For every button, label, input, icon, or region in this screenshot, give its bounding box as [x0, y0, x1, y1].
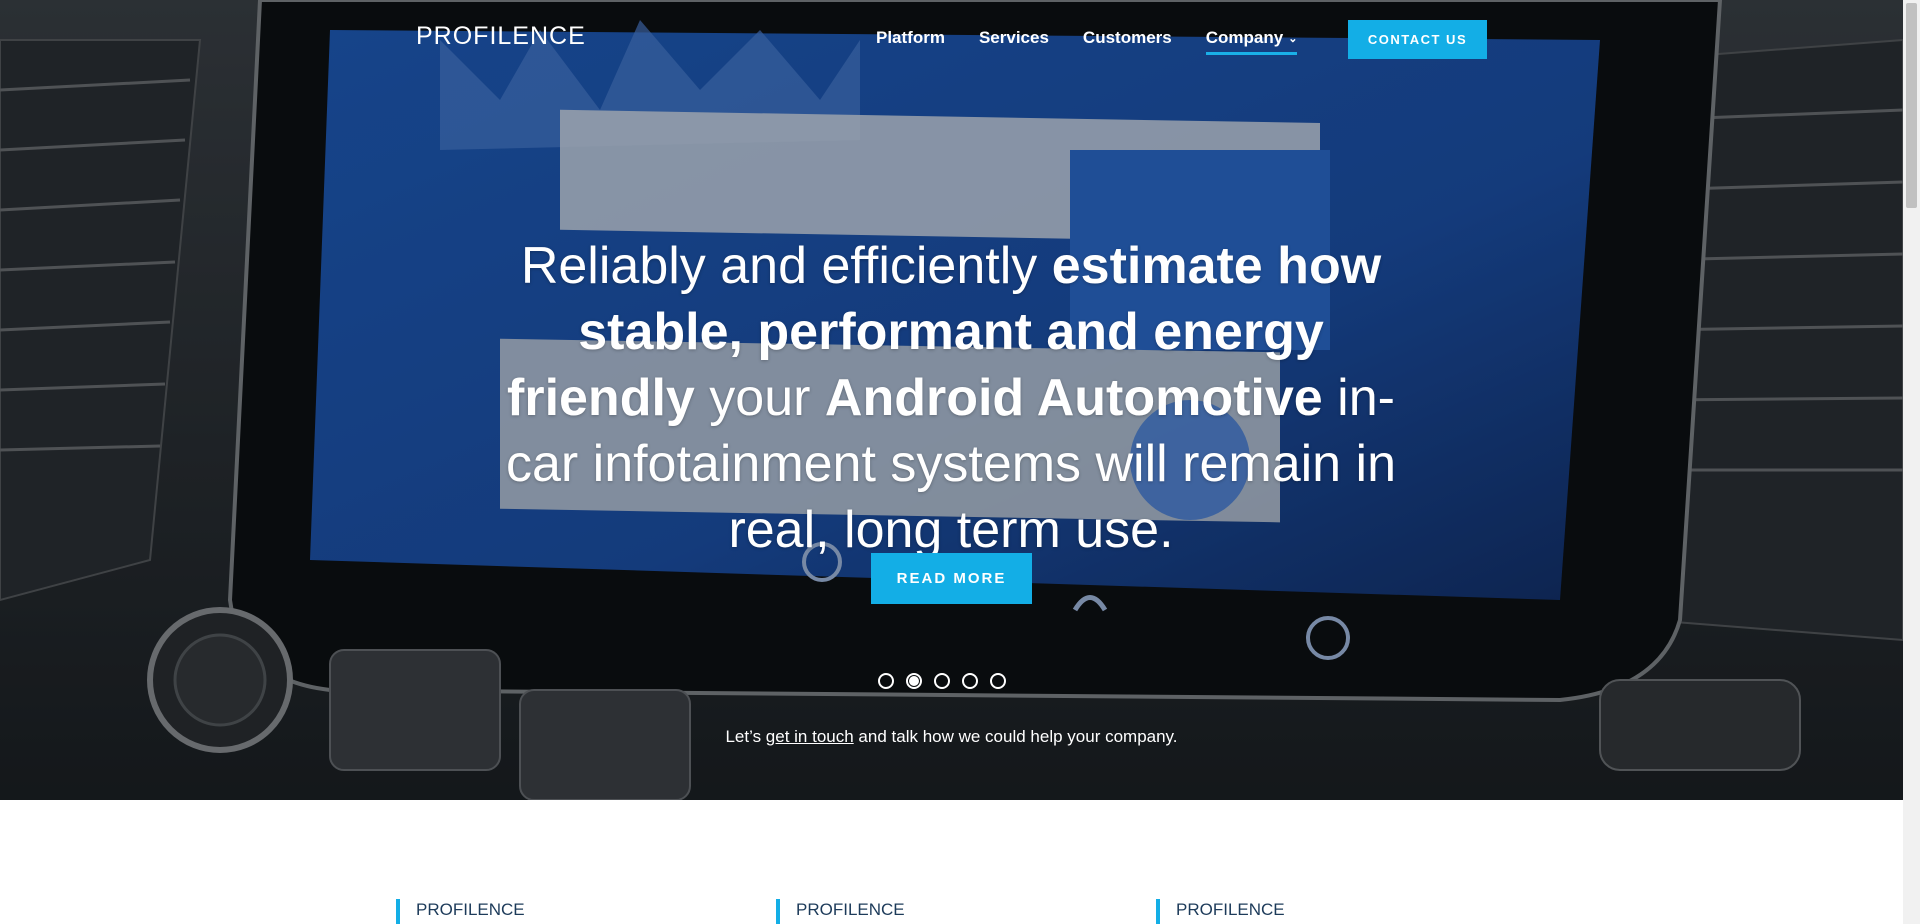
- hero-headline: Reliably and efficiently estimate how st…: [490, 233, 1412, 563]
- nav-item-company-label: Company: [1205, 28, 1284, 47]
- nav-item-company[interactable]: Company ⌄: [1205, 28, 1298, 55]
- section-label-2: PROFILENCE: [776, 899, 905, 924]
- contact-us-button[interactable]: CONTACT US: [1348, 20, 1487, 59]
- tagline-after: and talk how we could help your company.: [853, 727, 1178, 746]
- slide-dot-5[interactable]: [990, 673, 1006, 689]
- nav-item-platform[interactable]: Platform: [876, 28, 945, 55]
- profilence-logo[interactable]: PROFILENCE: [416, 22, 586, 51]
- tagline-before: Let’s: [725, 727, 766, 746]
- slide-dot-4[interactable]: [962, 673, 978, 689]
- section-label-1: PROFILENCE: [396, 899, 525, 924]
- section-label-3: PROFILENCE: [1156, 899, 1285, 924]
- slide-dot-3[interactable]: [934, 673, 950, 689]
- get-in-touch-link[interactable]: get in touch: [766, 727, 854, 746]
- nav-item-customers[interactable]: Customers: [1083, 28, 1172, 55]
- scrollbar-thumb[interactable]: [1906, 3, 1917, 208]
- slider-pagination: [878, 673, 1006, 689]
- headline-bold-2: Android Automotive: [824, 368, 1323, 427]
- hero-tagline: Let’s get in touch and talk how we could…: [0, 727, 1903, 747]
- page-scrollbar[interactable]: [1903, 0, 1920, 924]
- main-nav: Platform Services Customers Company ⌄: [876, 28, 1298, 55]
- read-more-button[interactable]: READ MORE: [871, 553, 1032, 604]
- nav-item-services[interactable]: Services: [979, 28, 1049, 55]
- headline-part-2: your: [694, 368, 825, 427]
- slide-dot-2[interactable]: [906, 673, 922, 689]
- headline-part-1: Reliably and efficiently: [520, 236, 1052, 295]
- chevron-down-icon: ⌄: [1288, 33, 1298, 45]
- slide-dot-1[interactable]: [878, 673, 894, 689]
